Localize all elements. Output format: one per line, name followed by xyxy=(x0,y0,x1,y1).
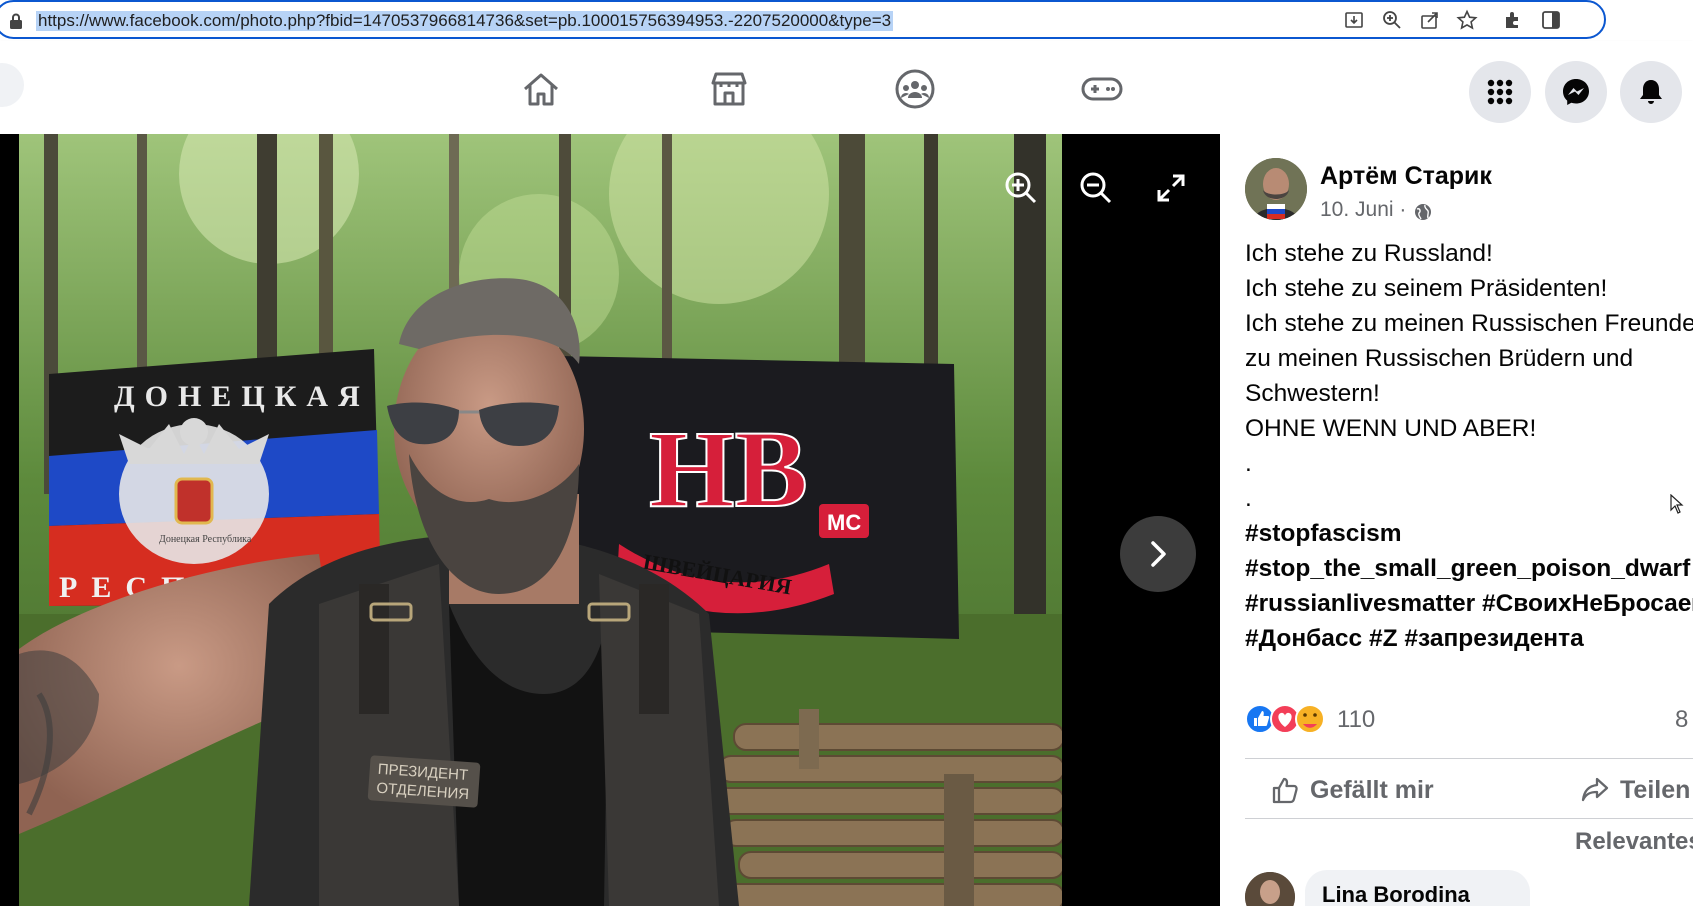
comment-sort-dropdown[interactable]: Relevanteste xyxy=(1575,828,1693,856)
reaction-count[interactable]: 110 xyxy=(1337,706,1375,734)
notifications-icon[interactable] xyxy=(1620,61,1682,123)
flag-left-top-text: ДОНЕЦКАЯ xyxy=(114,380,370,413)
photo-viewer: ДОНЕЦКАЯ РЕСПУ Донецкая Республика НВ МС xyxy=(0,134,1220,906)
chevron-right-icon xyxy=(1151,541,1166,567)
groups-icon[interactable] xyxy=(893,67,937,111)
post-photo[interactable]: ДОНЕЦКАЯ РЕСПУ Донецкая Республика НВ МС xyxy=(19,134,1062,906)
divider xyxy=(1245,758,1693,759)
like-button[interactable]: Gefällt mir xyxy=(1270,768,1480,812)
zoom-icon[interactable] xyxy=(1381,9,1403,31)
sidebar-icon[interactable] xyxy=(1540,9,1562,31)
love-reaction-icon xyxy=(1270,704,1300,734)
flag-right-badge: МС xyxy=(827,510,861,535)
post-line: zu meinen Russischen Brüdern und xyxy=(1245,345,1634,372)
care-reaction-icon xyxy=(1295,704,1325,734)
post-line: Ich stehe zu meinen Russischen Freunden, xyxy=(1245,310,1693,337)
marketplace-icon[interactable] xyxy=(707,67,751,111)
zoom-out-icon[interactable] xyxy=(1076,168,1116,208)
commenter-avatar[interactable] xyxy=(1245,872,1295,906)
next-photo-button[interactable] xyxy=(1120,516,1196,592)
hashtag-link[interactable]: #stopfascism xyxy=(1245,516,1693,551)
post-panel: Артём Старик 10. Juni · Ich stehe zu Rus… xyxy=(1220,134,1693,906)
back-button[interactable] xyxy=(0,63,24,107)
extensions-icon[interactable] xyxy=(1502,9,1524,31)
star-icon[interactable] xyxy=(1456,9,1478,31)
zoom-in-icon[interactable] xyxy=(1001,168,1041,208)
hashtag-link[interactable]: #russianlivesmatter #СвоихНеБросаем xyxy=(1245,586,1693,621)
download-icon[interactable] xyxy=(1343,9,1365,31)
globe-icon xyxy=(1415,204,1431,220)
post-line: Schwestern! xyxy=(1245,380,1380,407)
post-line: Ich stehe zu seinem Präsidenten! xyxy=(1245,275,1608,302)
reaction-icons[interactable] xyxy=(1245,702,1333,736)
reactions-bar: 110 8 xyxy=(1245,702,1693,738)
menu-grid-icon[interactable] xyxy=(1469,61,1531,123)
browser-toolbar: https://www.facebook.com/photo.php?fbid=… xyxy=(0,0,1693,41)
post-line: OHNE WENN UND ABER! xyxy=(1245,415,1537,442)
share-arrow-icon xyxy=(1581,777,1609,802)
flag-right-logo: НВ xyxy=(649,408,808,530)
share-button[interactable]: Teilen xyxy=(1580,768,1693,812)
thumbs-up-icon xyxy=(1272,777,1298,804)
post-date[interactable]: 10. Juni · xyxy=(1320,198,1406,222)
mouse-cursor-icon xyxy=(1670,494,1684,514)
comment-count[interactable]: 8 xyxy=(1675,706,1688,734)
url-text[interactable]: https://www.facebook.com/photo.php?fbid=… xyxy=(36,11,894,31)
post-text: Ich stehe zu Russland! Ich stehe zu sein… xyxy=(1245,236,1693,656)
post-line: . xyxy=(1245,450,1252,477)
like-reaction-icon xyxy=(1245,704,1275,734)
hashtag-link[interactable]: #Донбасс #Z #запрезидента xyxy=(1245,621,1693,656)
fullscreen-icon[interactable] xyxy=(1151,168,1191,208)
messenger-icon[interactable] xyxy=(1545,61,1607,123)
facebook-top-nav xyxy=(0,41,1693,134)
share-label: Teilen xyxy=(1620,775,1691,804)
hashtag-link[interactable]: #stop_the_small_green_poison_dwarf xyxy=(1245,551,1693,586)
home-icon[interactable] xyxy=(519,67,563,111)
post-line: . xyxy=(1245,485,1252,512)
author-name[interactable]: Артём Старик xyxy=(1320,162,1492,191)
divider xyxy=(1245,818,1693,819)
like-label: Gefällt mir xyxy=(1310,775,1434,804)
avatar[interactable] xyxy=(1245,158,1307,220)
post-line: Ich stehe zu Russland! xyxy=(1245,240,1493,267)
share-icon[interactable] xyxy=(1419,9,1441,31)
gaming-icon[interactable] xyxy=(1080,67,1124,111)
commenter-name[interactable]: Lina Borodina xyxy=(1322,882,1470,906)
flag-emblem-text: Донецкая Республика xyxy=(159,534,252,545)
lock-icon[interactable] xyxy=(9,13,23,29)
address-bar[interactable]: https://www.facebook.com/photo.php?fbid=… xyxy=(0,0,1606,39)
